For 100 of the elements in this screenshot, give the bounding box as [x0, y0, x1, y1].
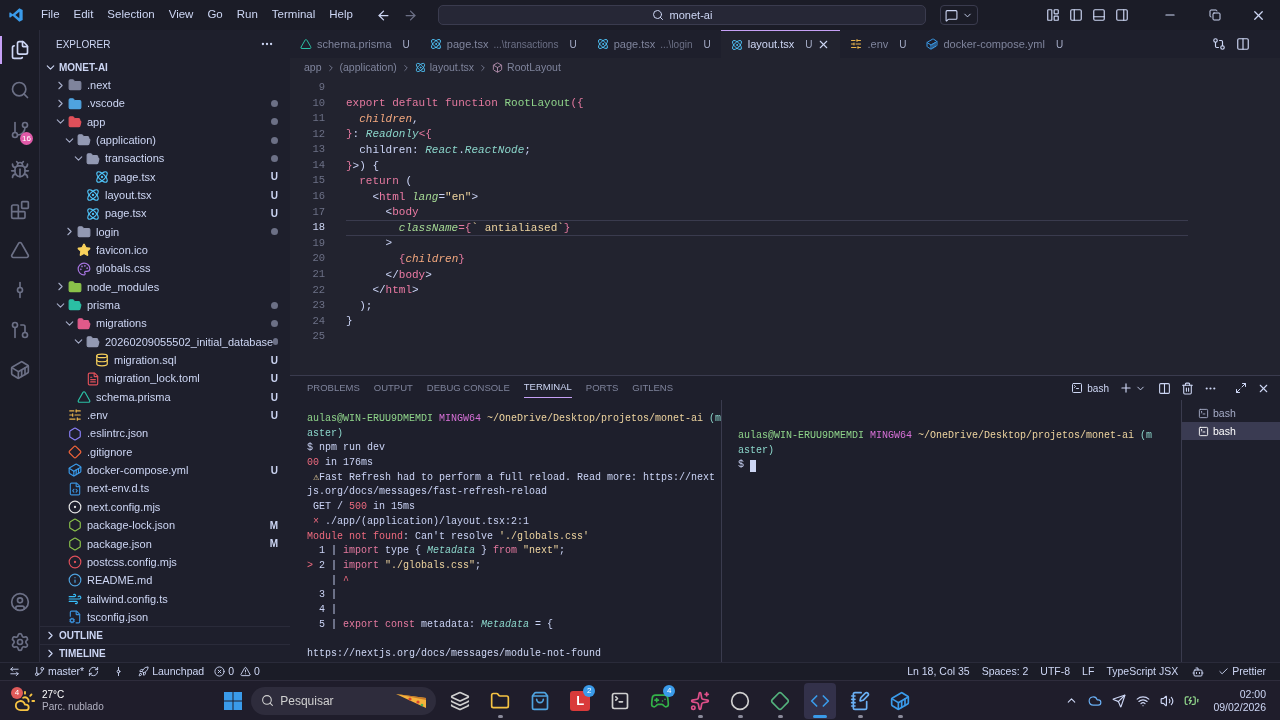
battery-icon[interactable]	[1184, 693, 1200, 708]
volume-icon[interactable]	[1160, 693, 1175, 708]
layout-icon[interactable]	[1046, 8, 1060, 22]
file-row[interactable]: package.json M	[40, 534, 290, 553]
account-icon[interactable]	[10, 592, 30, 612]
sync-icon[interactable]	[88, 666, 100, 677]
branch-indicator[interactable]: master*	[34, 663, 85, 680]
folder-row[interactable]: app	[40, 112, 290, 132]
folder-row[interactable]: 20260209055502_initial_database	[40, 332, 290, 352]
breadcrumb[interactable]: app	[304, 59, 322, 76]
file-row[interactable]: globals.css	[40, 259, 290, 278]
status-item[interactable]: TypeScript JSX	[1106, 663, 1179, 680]
menu-item[interactable]: Terminal	[264, 6, 323, 24]
editor-tab[interactable]: layout.tsx U	[720, 30, 841, 58]
file-row[interactable]: postcss.config.mjs	[40, 552, 290, 572]
search-icon[interactable]	[10, 80, 30, 100]
status-item[interactable]: Ln 18, Col 35	[907, 663, 970, 680]
split-editor-icon[interactable]	[1236, 37, 1250, 51]
triangle-icon[interactable]	[10, 240, 30, 260]
explorer-icon[interactable]	[10, 40, 30, 60]
bug-icon[interactable]	[10, 160, 30, 180]
file-row[interactable]: next-env.d.ts	[40, 479, 290, 498]
compare-icon[interactable]	[1212, 37, 1226, 51]
file-row[interactable]: favicon.ico	[40, 241, 290, 260]
folder-row[interactable]: migrations	[40, 314, 290, 333]
file-row[interactable]: page.tsx U	[40, 167, 290, 187]
editor-tab[interactable]: page.tsx ...\login U	[586, 30, 721, 58]
sidebar-toggle-icon[interactable]	[1069, 8, 1083, 22]
source-control-icon[interactable]	[10, 120, 30, 140]
panel-tab[interactable]: GITLENS	[632, 378, 673, 398]
file-row[interactable]: .env U	[40, 406, 290, 425]
taskbar-search[interactable]: Pesquisar	[251, 686, 437, 715]
panel-toggle-icon[interactable]	[1092, 8, 1106, 22]
file-row[interactable]: tsconfig.json	[40, 607, 290, 627]
panel-tab[interactable]: PORTS	[585, 378, 619, 398]
trash-icon[interactable]	[1181, 381, 1194, 395]
menu-item[interactable]: Edit	[66, 6, 101, 24]
terminal-link[interactable]: https://nextjs.org/docs/messages/module-not-found	[307, 648, 602, 659]
maximize-icon[interactable]	[1235, 382, 1247, 394]
container-icon[interactable]	[10, 360, 30, 380]
panel-tab[interactable]: DEBUG CONSOLE	[426, 378, 510, 398]
folder-row[interactable]: transactions	[40, 149, 290, 168]
pull-request-icon[interactable]	[10, 320, 30, 340]
secondary-sidebar-icon[interactable]	[1115, 8, 1129, 22]
file-row[interactable]: docker-compose.yml U	[40, 461, 290, 480]
restore-icon[interactable]	[1209, 9, 1221, 21]
editor-tab[interactable]: docker-compose.yml U	[916, 30, 1074, 58]
folder-row[interactable]: (application)	[40, 131, 290, 150]
breadcrumb[interactable]: (application)	[339, 59, 397, 76]
forward-arrow-icon[interactable]	[402, 7, 418, 23]
terminal-instance[interactable]: bash	[1182, 404, 1280, 422]
file-row[interactable]: package-lock.json M	[40, 516, 290, 535]
taskbar-app[interactable]: L 2	[564, 682, 597, 719]
problems-indicator[interactable]: 0 0	[214, 663, 260, 680]
status-item[interactable]: LF	[1082, 663, 1095, 680]
file-row[interactable]: README.md	[40, 571, 290, 590]
cloud-icon[interactable]	[1088, 693, 1103, 708]
copilot-button[interactable]	[939, 5, 978, 25]
breadcrumb[interactable]: layout.tsx	[429, 59, 475, 76]
panel-tab[interactable]: OUTPUT	[373, 378, 413, 398]
weather-widget[interactable]: 4 27°C Parc. nublado	[14, 688, 154, 713]
file-row[interactable]: page.tsx U	[40, 204, 290, 223]
command-center-search[interactable]: monet-ai	[437, 5, 926, 25]
editor-tab[interactable]: page.tsx ...\transactions U	[419, 30, 587, 58]
file-row[interactable]: .eslintrc.json	[40, 424, 290, 443]
menu-item[interactable]: File	[34, 6, 67, 24]
send-icon[interactable]	[1112, 693, 1127, 708]
file-row[interactable]: next.config.mjs	[40, 497, 290, 517]
folder-header[interactable]: MONET-AI	[40, 58, 290, 76]
prettier-item[interactable]: Prettier	[1218, 663, 1266, 680]
copilot-icon[interactable]	[1192, 665, 1205, 678]
taskbar-app[interactable]	[804, 682, 837, 719]
menu-item[interactable]: Help	[322, 6, 360, 24]
status-item[interactable]: UTF-8	[1040, 663, 1071, 680]
file-row[interactable]: schema.prisma U	[40, 387, 290, 407]
wifi-icon[interactable]	[1136, 693, 1151, 708]
editor-tab[interactable]: .env U	[840, 30, 917, 58]
terminal-instance[interactable]: bash	[1182, 422, 1280, 440]
menu-item[interactable]: View	[161, 6, 201, 24]
folder-row[interactable]: .vscode	[40, 94, 290, 113]
menu-item[interactable]: Go	[200, 6, 230, 24]
back-arrow-icon[interactable]	[375, 7, 391, 23]
file-row[interactable]: migration_lock.toml U	[40, 369, 290, 388]
folder-row[interactable]: prisma	[40, 296, 290, 315]
new-terminal-icon[interactable]	[1119, 381, 1133, 395]
panel-tab[interactable]: PROBLEMS	[307, 378, 360, 398]
breadcrumb[interactable]: RootLayout	[507, 59, 561, 76]
status-item[interactable]: Spaces: 2	[981, 663, 1029, 680]
folder-row[interactable]: node_modules	[40, 277, 290, 297]
launchpad-item[interactable]: Launchpad	[138, 663, 205, 680]
folder-row[interactable]: .next	[40, 76, 290, 95]
section-header[interactable]: OUTLINE	[40, 626, 290, 645]
file-row[interactable]: layout.tsx U	[40, 186, 290, 205]
start-icon[interactable]	[223, 690, 244, 711]
editor-tab[interactable]: schema.prisma U	[290, 30, 420, 58]
extensions-icon[interactable]	[10, 200, 30, 220]
settings-icon[interactable]	[10, 632, 30, 652]
file-row[interactable]: migration.sql U	[40, 351, 290, 370]
panel-tab[interactable]: TERMINAL	[523, 378, 572, 398]
menu-item[interactable]: Selection	[100, 6, 162, 24]
